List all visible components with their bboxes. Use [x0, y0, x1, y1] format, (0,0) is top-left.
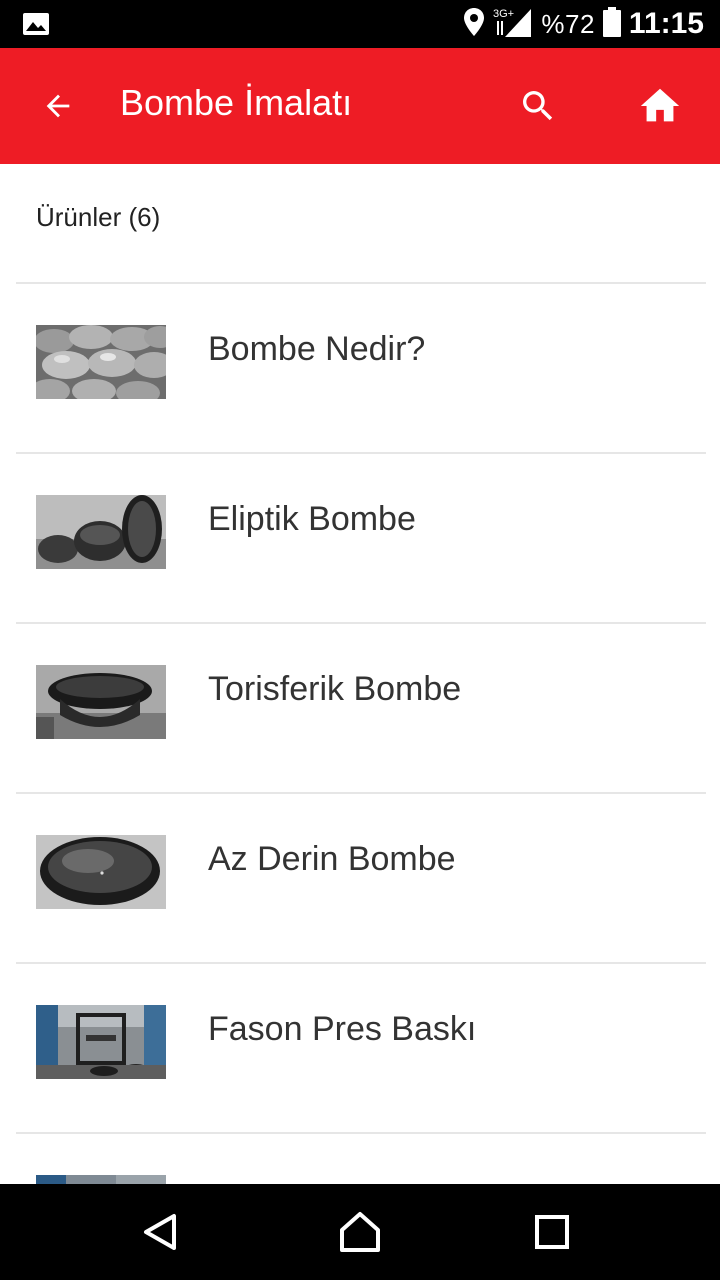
- product-thumbnail: [36, 1175, 166, 1184]
- arrow-back-icon: [46, 94, 70, 118]
- product-list[interactable]: Bombe Nedir? Eliptik Bombe Torisferik Bo…: [0, 284, 720, 1184]
- product-thumbnail: [36, 665, 166, 739]
- page-title: Bombe İmalatı: [120, 82, 353, 123]
- product-thumbnail: [36, 325, 166, 399]
- products-section-header: Ürünler (6): [36, 202, 161, 232]
- signal-icon: 3G+: [493, 5, 533, 44]
- home-button[interactable]: [630, 76, 690, 136]
- nav-home-icon: [340, 1212, 380, 1252]
- list-item[interactable]: Torisferik Bombe: [0, 624, 720, 794]
- system-navigation-bar: [0, 1184, 720, 1280]
- battery-icon: [602, 6, 621, 42]
- nav-back-button[interactable]: [130, 1202, 190, 1262]
- image-notification-icon: [22, 12, 50, 36]
- product-title: Bombe Nedir?: [208, 330, 426, 368]
- product-title: Fason Pres Baskı: [208, 1010, 477, 1048]
- product-list-screen: Ürünler (6) Bombe Nedir? Eliptik Bombe T…: [0, 164, 720, 1184]
- product-thumbnail: [36, 835, 166, 909]
- search-button[interactable]: [508, 76, 568, 136]
- status-bar: 3G+ %72 11:15: [0, 0, 720, 48]
- back-button[interactable]: [28, 76, 88, 136]
- list-item[interactable]: Az Derin Bombe: [0, 794, 720, 964]
- search-icon: [523, 91, 553, 121]
- nav-recents-button[interactable]: [522, 1202, 582, 1262]
- list-item[interactable]: Bombe Nedir?: [0, 284, 720, 454]
- battery-percent: %72: [541, 8, 595, 39]
- nav-home-button[interactable]: [330, 1202, 390, 1262]
- list-item[interactable]: Fason Pres Baskı: [0, 964, 720, 1134]
- product-title: Eliptik Bombe: [208, 500, 416, 538]
- product-thumbnail: [36, 1005, 166, 1079]
- list-item[interactable]: [0, 1134, 720, 1184]
- nav-back-icon: [144, 1214, 176, 1250]
- product-title: Az Derin Bombe: [208, 840, 456, 878]
- network-type-label: 3G+: [493, 8, 514, 20]
- app-bar: Bombe İmalatı: [0, 48, 720, 164]
- location-icon: [463, 7, 485, 42]
- clock: 11:15: [628, 7, 704, 40]
- product-title: Torisferik Bombe: [208, 670, 462, 708]
- home-icon: [640, 88, 680, 122]
- product-thumbnail: [36, 495, 166, 569]
- list-item[interactable]: Eliptik Bombe: [0, 454, 720, 624]
- nav-recents-icon: [535, 1215, 569, 1249]
